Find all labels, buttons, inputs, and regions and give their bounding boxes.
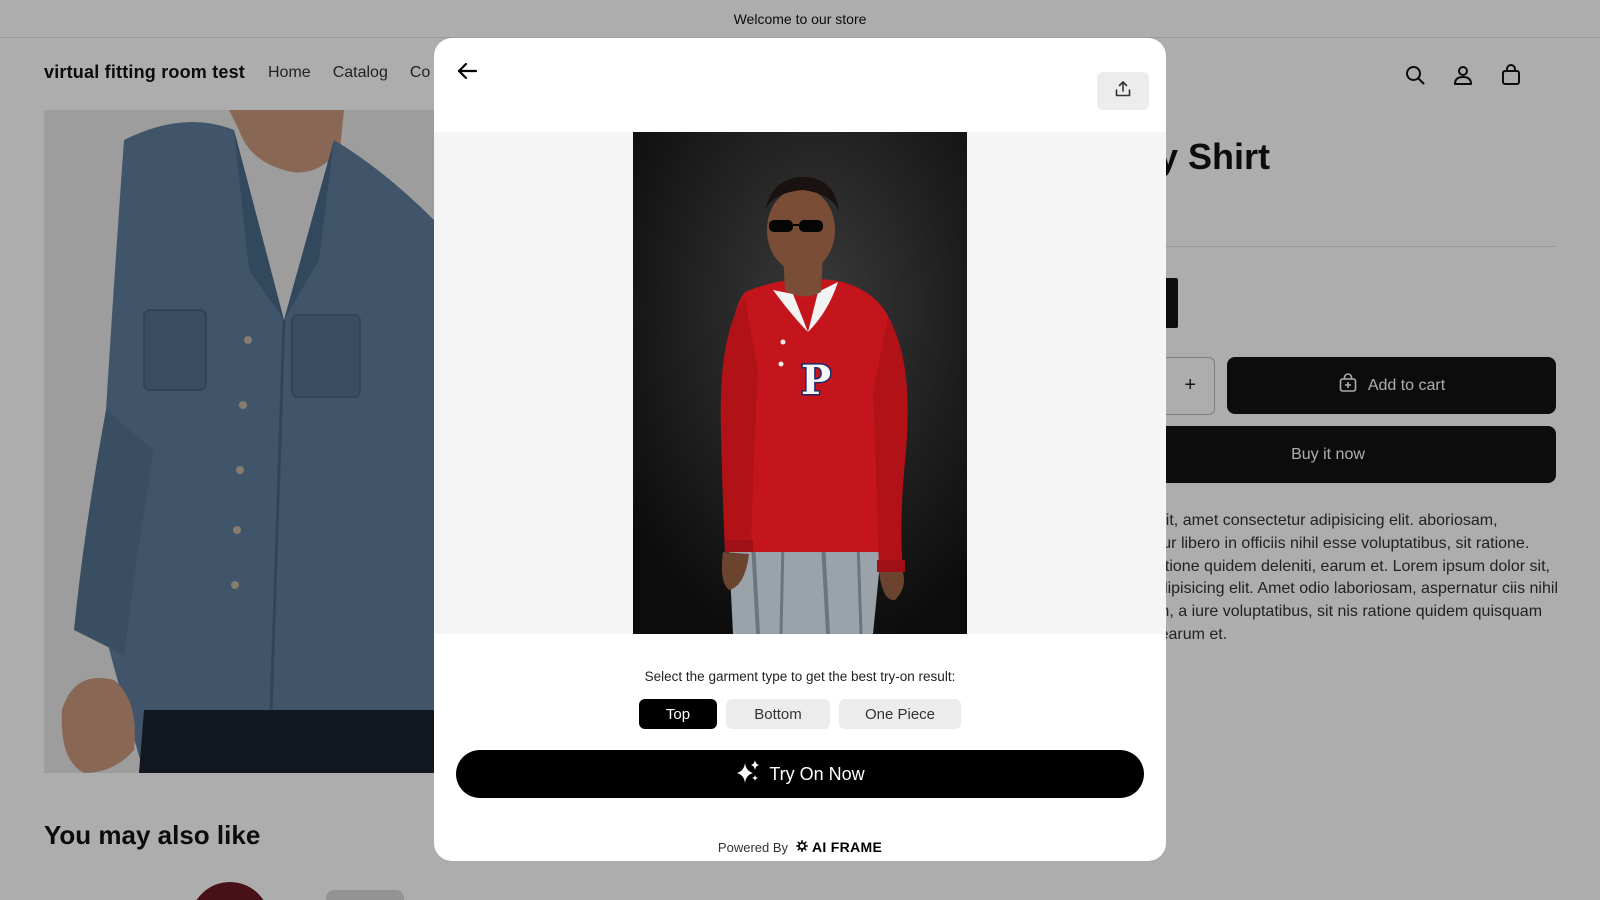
try-on-modal: P Select the garment type to get the bes…	[434, 38, 1166, 861]
try-on-now-label: Try On Now	[769, 763, 865, 784]
back-button[interactable]	[450, 56, 484, 90]
garment-option-label: Top	[665, 705, 691, 723]
ai-frame-brand[interactable]: AI FRAME	[796, 839, 882, 855]
try-on-now-button[interactable]: Try On Now	[456, 750, 1144, 798]
garment-option-one-piece[interactable]: One Piece	[839, 699, 961, 729]
ai-frame-brand-label: AI FRAME	[812, 839, 883, 855]
share-upload-icon	[1114, 80, 1132, 103]
garment-option-bottom[interactable]: Bottom	[726, 699, 830, 729]
model-illustration: P	[633, 132, 967, 634]
garment-option-label: One Piece	[864, 705, 936, 723]
garment-option-label: Bottom	[754, 705, 802, 723]
svg-text:P: P	[801, 357, 831, 404]
arrow-left-icon	[455, 59, 479, 88]
powered-by-label: Powered By	[717, 839, 789, 855]
try-on-preview-area: P	[434, 132, 1166, 634]
garment-type-prompt: Select the garment type to get the best …	[644, 669, 956, 684]
sparkles-icon	[735, 759, 761, 790]
garment-type-options: Top Bottom One Piece	[434, 699, 1166, 729]
powered-by-footer: Powered By AI FRAME	[434, 839, 1166, 855]
model-photo-red-sweater: P	[633, 132, 967, 634]
ai-frame-logo-icon	[796, 839, 809, 855]
garment-option-top[interactable]: Top	[639, 699, 717, 729]
share-button[interactable]	[1097, 72, 1149, 110]
